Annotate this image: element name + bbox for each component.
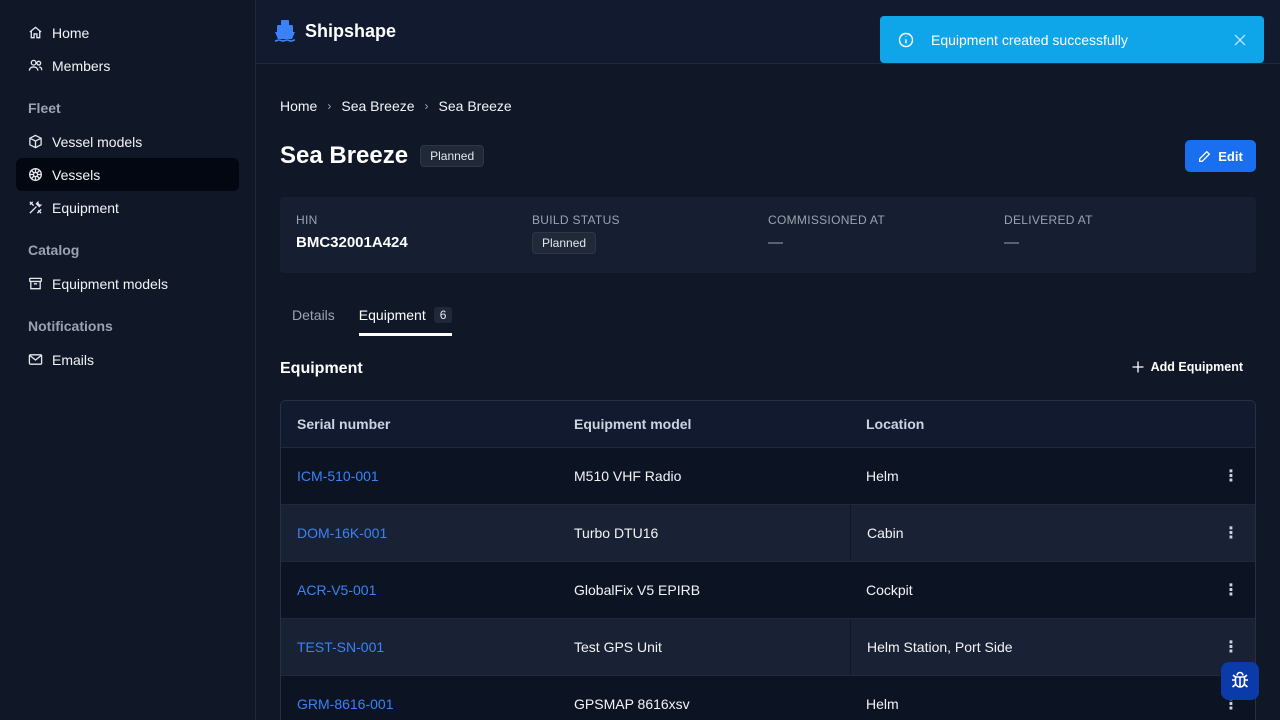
sidebar-section-notifications: Notifications — [28, 318, 113, 334]
table-row: DOM-16K-001 Turbo DTU16 Cabin ⋮ — [281, 504, 1255, 561]
toast-notification: Equipment created successfully — [880, 16, 1264, 63]
summary-build-status: BUILD STATUS Planned — [532, 213, 768, 257]
serial-link[interactable]: GRM-8616-001 — [297, 696, 394, 712]
more-vertical-icon[interactable]: ⋮ — [1207, 523, 1255, 543]
location-cell: Helm — [866, 696, 899, 712]
chevron-right-icon: › — [327, 99, 332, 113]
location-cell: Cabin — [850, 505, 1207, 561]
location-cell: Helm — [866, 468, 899, 484]
tab-label: Equipment — [358, 307, 426, 323]
equipment-model-cell: GPSMAP 8616xsv — [574, 696, 690, 712]
sidebar-item-label: Vessels — [52, 166, 101, 183]
sidebar-item-label: Emails — [52, 351, 95, 368]
serial-link[interactable]: ICM-510-001 — [297, 468, 379, 484]
table-row: ICM-510-001 M510 VHF Radio Helm ⋮ — [281, 447, 1255, 504]
title-row: Sea Breeze Planned — [280, 142, 485, 170]
serial-link[interactable]: TEST-SN-001 — [297, 639, 384, 655]
more-vertical-icon[interactable]: ⋮ — [1207, 637, 1255, 657]
tab-details[interactable]: Details — [292, 307, 335, 336]
app-logo[interactable]: Shipshape — [274, 19, 396, 43]
status-badge: Planned — [420, 145, 485, 167]
sidebar-section-catalog: Catalog — [28, 242, 80, 258]
sidebar-item-label: Equipment models — [52, 275, 168, 292]
section-title: Equipment — [280, 360, 363, 377]
column-header-location[interactable]: Location — [850, 401, 1207, 447]
summary-hin: HIN BMC32001A424 — [296, 213, 532, 257]
sidebar-item-home[interactable]: Home — [16, 16, 239, 49]
breadcrumb-current: Sea Breeze — [438, 98, 512, 114]
bug-icon — [1231, 671, 1249, 688]
add-equipment-label: Add Equipment — [1150, 360, 1243, 374]
edit-button-label: Edit — [1218, 148, 1243, 164]
plus-icon — [1132, 361, 1144, 373]
status-badge: Planned — [532, 232, 597, 254]
table-row: TEST-SN-001 Test GPS Unit Helm Station, … — [281, 618, 1255, 675]
equipment-model-cell: GlobalFix V5 EPIRB — [574, 582, 701, 598]
chevron-right-icon: › — [424, 99, 429, 113]
summary-label: BUILD STATUS — [532, 213, 620, 227]
summary-value: — — [768, 234, 783, 251]
cube-icon — [29, 134, 42, 149]
mail-icon — [28, 354, 43, 365]
ship-icon — [274, 20, 296, 42]
sidebar-item-emails[interactable]: Emails — [16, 343, 239, 376]
column-header-serial[interactable]: Serial number — [281, 416, 558, 432]
sidebar-section-fleet: Fleet — [28, 100, 61, 116]
tools-icon — [29, 200, 43, 214]
app-name: Shipshape — [305, 20, 397, 41]
location-cell: Helm Station, Port Side — [850, 619, 1207, 675]
sidebar-item-members[interactable]: Members — [16, 49, 239, 82]
summary-value: BMC32001A424 — [296, 234, 408, 251]
tab-bar: Details Equipment 6 — [292, 307, 453, 336]
serial-link[interactable]: ACR-V5-001 — [297, 582, 376, 598]
bug-report-button[interactable] — [1221, 662, 1259, 700]
summary-label: HIN — [296, 213, 318, 227]
more-vertical-icon[interactable]: ⋮ — [1207, 580, 1255, 600]
summary-label: DELIVERED AT — [1004, 213, 1093, 227]
column-header-model[interactable]: Equipment model — [558, 416, 850, 432]
sidebar: Home Members Fleet Vessel models Vessels… — [0, 0, 256, 720]
sidebar-item-label: Vessel models — [52, 133, 143, 150]
home-icon — [29, 26, 42, 39]
edit-button[interactable]: Edit — [1185, 140, 1256, 172]
add-equipment-button[interactable]: Add Equipment — [1132, 360, 1243, 374]
info-icon — [898, 32, 914, 47]
equipment-model-cell: M510 VHF Radio — [574, 468, 682, 484]
archive-icon — [29, 277, 42, 290]
summary-delivered: DELIVERED AT — — [1004, 213, 1240, 257]
users-icon — [28, 59, 43, 71]
table-row: ACR-V5-001 GlobalFix V5 EPIRB Cockpit ⋮ — [281, 561, 1255, 618]
equipment-model-cell: Test GPS Unit — [574, 639, 662, 655]
main-content: Home › Sea Breeze › Sea Breeze Sea Breez… — [280, 64, 1256, 720]
sidebar-item-equipment[interactable]: Equipment — [16, 191, 239, 224]
close-icon[interactable] — [1234, 34, 1246, 46]
sidebar-item-vessel-models[interactable]: Vessel models — [16, 125, 239, 158]
sidebar-item-label: Equipment — [52, 199, 119, 216]
vessel-summary: HIN BMC32001A424 BUILD STATUS Planned CO… — [280, 197, 1256, 273]
tab-count-badge: 6 — [433, 307, 453, 323]
breadcrumb-home[interactable]: Home — [280, 98, 317, 114]
summary-value: — — [1004, 234, 1019, 251]
table-row: GRM-8616-001 GPSMAP 8616xsv Helm ⋮ — [281, 675, 1255, 720]
toast-message: Equipment created successfully — [931, 31, 1128, 48]
sidebar-item-equipment-models[interactable]: Equipment models — [16, 267, 239, 300]
location-cell: Cockpit — [866, 582, 913, 598]
more-vertical-icon[interactable]: ⋮ — [1207, 466, 1255, 486]
helm-icon — [29, 168, 42, 181]
summary-commissioned: COMMISSIONED AT — — [768, 213, 1004, 257]
equipment-table: Serial number Equipment model Location I… — [280, 400, 1256, 720]
pencil-icon — [1199, 150, 1211, 162]
serial-link[interactable]: DOM-16K-001 — [297, 525, 387, 541]
page-title: Sea Breeze — [280, 142, 409, 169]
sidebar-item-label: Home — [52, 24, 90, 41]
equipment-model-cell: Turbo DTU16 — [574, 525, 659, 541]
sidebar-item-label: Members — [52, 57, 111, 74]
tab-equipment[interactable]: Equipment 6 — [358, 307, 453, 336]
breadcrumb: Home › Sea Breeze › Sea Breeze — [280, 98, 512, 114]
breadcrumb-vessel[interactable]: Sea Breeze — [341, 98, 414, 114]
summary-label: COMMISSIONED AT — [768, 213, 885, 227]
sidebar-item-vessels[interactable]: Vessels — [16, 158, 239, 191]
table-header: Serial number Equipment model Location — [281, 401, 1255, 447]
tab-label: Details — [292, 307, 335, 323]
